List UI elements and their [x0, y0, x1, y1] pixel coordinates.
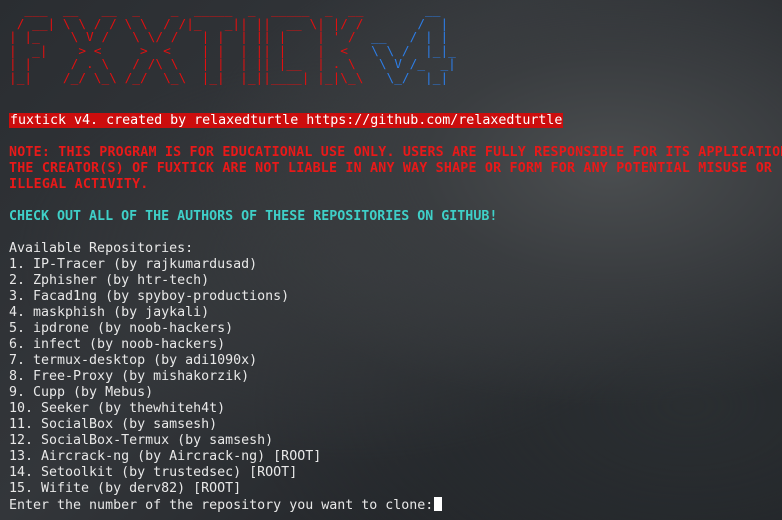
repository-list-heading: Available Repositories:: [9, 241, 194, 256]
repository-item: 15. Wifite (by derv82) [ROOT]: [9, 481, 242, 496]
clone-prompt-text: Enter the number of the repository you w…: [9, 498, 434, 513]
repository-item: 6. infect (by noob-hackers): [9, 337, 226, 352]
note-line: ILLEGAL ACTIVITY.: [9, 177, 149, 192]
banner-line: fuxtick v4. created by relaxedturtle htt…: [9, 113, 564, 129]
repository-item: 7. termux-desktop (by adi1090x): [9, 353, 258, 368]
logo-blue-line: \_/ |_|: [371, 70, 456, 86]
repository-item: 12. SocialBox-Termux (by samsesh): [9, 433, 274, 448]
check-out-message: CHECK OUT ALL OF THE AUTHORS OF THESE RE…: [9, 209, 498, 224]
terminal-window[interactable]: ___ __ __ _ _ _____ _ _____ _ __ __ / __…: [9, 0, 782, 520]
repository-item: 3. Facad1ng (by spyboy-productions): [9, 289, 290, 304]
repository-item: 4. maskphish (by jaykali): [9, 305, 210, 320]
repository-item: 13. Aircrack-ng (by Aircrack-ng) [ROOT]: [9, 449, 322, 464]
repository-item: 9. Cupp (by Mebus): [9, 385, 154, 400]
terminal-cursor[interactable]: [434, 497, 443, 511]
note-line: THE CREATOR(S) OF FUXTICK ARE NOT LIABLE…: [9, 161, 773, 176]
repository-item: 5. ipdrone (by noob-hackers): [9, 321, 234, 336]
repository-item: 14. Setoolkit (by trustedsec) [ROOT]: [9, 465, 298, 480]
repository-item: 11. SocialBox (by samsesh): [9, 417, 218, 432]
clone-prompt-line[interactable]: Enter the number of the repository you w…: [9, 497, 443, 514]
repository-item: 10. Seeker (by thewhiteh4t): [9, 401, 226, 416]
note-line: NOTE: THIS PROGRAM IS FOR EDUCATIONAL US…: [9, 145, 782, 160]
repository-item: 1. IP-Tracer (by rajkumardusad): [9, 257, 258, 272]
logo-red-line: |_| /_/ \_\ /_/ \_\ |_| |_||____| |_|\_\: [9, 70, 372, 86]
repository-item: 2. Zphisher (by htr-tech): [9, 273, 210, 288]
fuxtick-ascii-logo: ___ __ __ _ _ _____ _ _____ _ __ __ / __…: [9, 4, 456, 85]
credits-banner: fuxtick v4. created by relaxedturtle htt…: [9, 113, 564, 128]
repository-item: 8. Free-Proxy (by mishakorzik): [9, 369, 250, 384]
